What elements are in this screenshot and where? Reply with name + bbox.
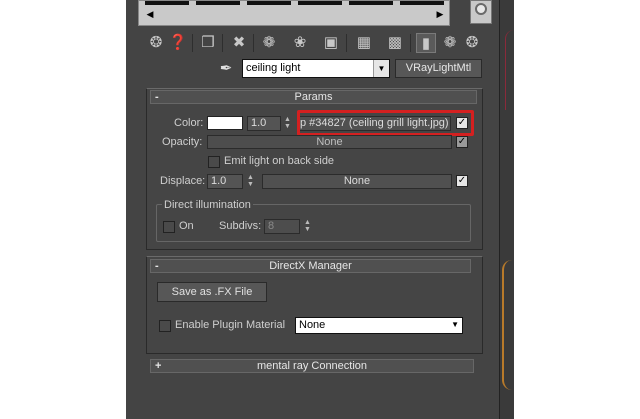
subdivs-label: Subdivs: [219,220,262,232]
put-to-library-icon[interactable]: ❀ [290,33,310,53]
direct-on-label: On [179,220,194,232]
mental-ray-title: mental ray Connection [256,360,368,372]
options-icon[interactable]: ❂ [462,33,482,53]
params-title: Params [294,91,333,103]
sample-type-icon[interactable] [475,3,487,15]
emit-back-side-label: Emit light on back side [224,155,335,167]
color-swatch[interactable] [207,116,243,130]
reset-map-icon[interactable]: ✖ [229,33,249,53]
sample-slot[interactable] [145,1,189,5]
sample-slot[interactable] [247,1,291,5]
save-fx-file-button[interactable]: Save as .FX File [157,282,267,302]
displace-amount-field[interactable]: 1.0 [207,174,243,189]
chevron-down-icon[interactable]: ▼ [373,60,389,77]
sample-slots-scrollbar[interactable]: ◀ ▶ [138,0,450,26]
assign-to-selection-icon[interactable]: ❒ [198,33,218,53]
go-forward-to-sibling-icon[interactable]: ❁ [440,33,460,53]
make-unique-icon[interactable]: ❁ [259,33,279,53]
material-name-field[interactable]: ceiling light ▼ [242,59,390,78]
expand-toggle: + [155,360,162,372]
show-map-in-viewport-icon[interactable]: ▦ [354,33,374,53]
scroll-right-icon[interactable]: ▶ [435,9,445,20]
material-id-channel-icon[interactable]: ▣ [321,33,341,53]
plugin-material-dropdown[interactable]: None ▼ [295,317,463,334]
displace-map-checkbox[interactable]: ✓ [456,175,468,187]
color-multiplier-field[interactable]: 1.0 [247,116,281,131]
toolbar-divider [410,34,411,52]
displace-label: Displace: [160,175,206,187]
spinner-arrows-icon[interactable]: ▲ ▼ [303,219,312,234]
directx-rollout-header[interactable]: - DirectX Manager [150,259,471,273]
viewport-curve-deco [502,260,514,390]
enable-plugin-label: Enable Plugin Material [175,319,286,331]
opacity-map-button[interactable]: None [207,135,452,149]
pick-material-eyedropper-icon[interactable]: ✒ [217,60,235,78]
sample-slot[interactable] [196,1,240,5]
color-label: Color: [174,117,204,129]
get-material-icon[interactable]: ❂ [146,33,166,53]
toolbar-divider [346,34,347,52]
scroll-left-icon[interactable]: ◀ [145,9,155,20]
show-end-result-icon[interactable]: ▩ [385,33,405,53]
material-name-text: ceiling light [246,62,301,74]
spinner-arrows-icon[interactable]: ▲ ▼ [283,116,292,131]
direct-illumination-title: Direct illumination [162,199,253,211]
displace-map-button[interactable]: None [262,174,452,189]
collapse-toggle: - [155,260,159,272]
plugin-material-value: None [299,319,326,331]
side-toolbar [470,0,492,24]
params-rollout-header[interactable]: - Params [150,90,477,104]
put-to-scene-icon[interactable]: ❓ [168,33,188,53]
sample-slot[interactable] [400,1,444,5]
enable-plugin-checkbox[interactable] [159,320,171,332]
opacity-map-checkbox[interactable]: ✓ [456,136,468,148]
directx-title: DirectX Manager [269,260,352,272]
sample-slot[interactable] [298,1,342,5]
sample-slot[interactable] [349,1,393,5]
go-to-parent-icon[interactable]: ▮ [416,33,436,53]
subdivs-field[interactable]: 8 [264,219,300,234]
opacity-label: Opacity: [162,136,203,148]
spinner-arrows-icon[interactable]: ▲ ▼ [246,174,255,189]
direct-on-checkbox[interactable] [163,221,175,233]
material-type-button[interactable]: VRayLightMtl [395,59,482,78]
emit-back-side-checkbox[interactable] [208,156,220,168]
mental-ray-rollout-header[interactable]: + mental ray Connection [150,359,474,373]
toolbar-divider [253,34,254,52]
viewport-curve-line [505,30,514,110]
collapse-toggle: - [155,91,159,103]
highlight-box [297,110,474,136]
toolbar-divider [192,34,193,52]
chevron-down-icon[interactable]: ▼ [451,320,459,329]
toolbar-divider [222,34,223,52]
